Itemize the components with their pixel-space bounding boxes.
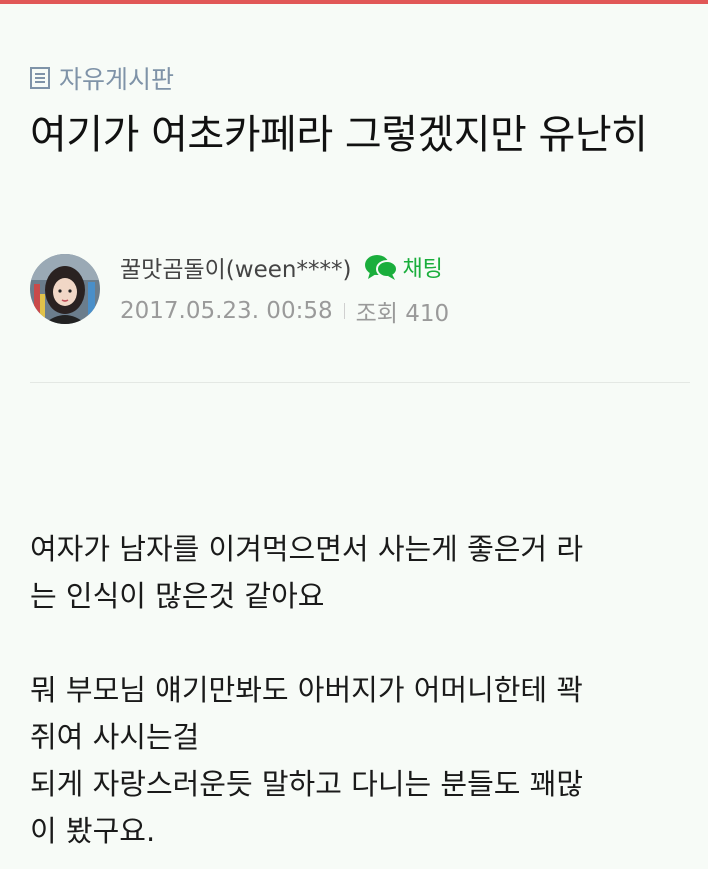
post-body: 여자가 남자를 이겨먹으면서 사는게 좋은거 라 는 인식이 많은것 같아요 뭐… bbox=[30, 526, 690, 855]
post-date: 2017.05.23. 00:58 bbox=[120, 298, 333, 324]
body-line: 쥐여 사시는걸 bbox=[30, 720, 200, 754]
chat-button[interactable]: 채팅 bbox=[364, 251, 443, 283]
avatar[interactable] bbox=[30, 254, 100, 324]
top-accent-bar bbox=[0, 0, 708, 4]
view-count: 조회 410 bbox=[355, 301, 450, 327]
body-paragraph: 여자가 남자를 이겨먹으면서 사는게 좋은거 라 는 인식이 많은것 같아요 bbox=[30, 526, 690, 620]
body-line: 뭐 부모님 얘기만봐도 아버지가 어머니한테 꽉 bbox=[30, 673, 584, 707]
list-board-icon bbox=[30, 67, 50, 89]
post-title: 여기가 여초카페라 그렇겠지만 유난히 bbox=[30, 112, 648, 158]
header-divider bbox=[30, 382, 690, 383]
chat-bubble-icon bbox=[365, 255, 399, 280]
avatar-image bbox=[30, 254, 100, 324]
body-line: 되게 자랑스러운듯 말하고 다니는 분들도 꽤많 bbox=[30, 767, 584, 801]
chat-label: 채팅 bbox=[402, 257, 443, 282]
body-paragraph: 뭐 부모님 얘기만봐도 아버지가 어머니한테 꽉 쥐여 사시는걸 되게 자랑스러… bbox=[30, 667, 690, 855]
board-name: 자유게시판 bbox=[59, 65, 175, 94]
author-row: 꿀맛곰돌이(ween****) 채팅 2017.05.23. 00:58 조회 … bbox=[30, 250, 449, 328]
author-info: 꿀맛곰돌이(ween****) 채팅 2017.05.23. 00:58 조회 … bbox=[120, 250, 449, 328]
meta-divider bbox=[343, 303, 345, 319]
board-link[interactable]: 자유게시판 bbox=[30, 60, 174, 96]
author-name[interactable]: 꿀맛곰돌이(ween****) bbox=[120, 250, 351, 284]
body-line: 여자가 남자를 이겨먹으면서 사는게 좋은거 라 bbox=[30, 532, 584, 566]
body-line: 는 인식이 많은것 같아요 bbox=[30, 579, 325, 613]
body-line: 이 봤구요. bbox=[30, 814, 156, 848]
